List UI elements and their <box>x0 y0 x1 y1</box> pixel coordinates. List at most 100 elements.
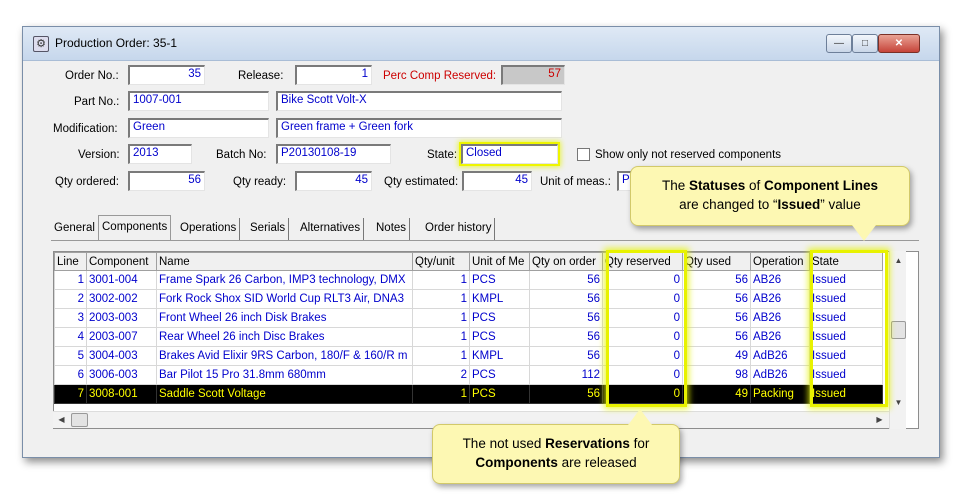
cell-component[interactable]: 3001-004 <box>86 270 157 290</box>
cell-qty-on-order[interactable]: 56 <box>529 384 603 404</box>
cell-qty-used[interactable]: 56 <box>682 270 751 290</box>
cell-qty-reserved[interactable]: 0 <box>602 365 683 385</box>
vertical-scroll-thumb[interactable] <box>891 321 906 339</box>
col-header-name[interactable]: Name <box>156 252 413 271</box>
cell-qty-on-order[interactable]: 56 <box>529 289 603 309</box>
state-field[interactable]: Closed <box>461 144 558 164</box>
cell-line[interactable]: 7 <box>54 384 87 404</box>
cell-qty-on-order[interactable]: 112 <box>529 365 603 385</box>
cell-qty-used[interactable]: 56 <box>682 308 751 328</box>
cell-unit[interactable]: PCS <box>469 270 530 290</box>
col-header-state[interactable]: State <box>809 252 883 271</box>
cell-name[interactable]: Fork Rock Shox SID World Cup RLT3 Air, D… <box>156 289 413 309</box>
cell-operation[interactable]: AdB26 <box>750 365 810 385</box>
table-row[interactable]: 4 2003-007 Rear Wheel 26 inch Disc Brake… <box>54 327 883 347</box>
cell-line[interactable]: 2 <box>54 289 87 309</box>
cell-qty-unit[interactable]: 1 <box>412 308 470 328</box>
cell-component[interactable]: 3008-001 <box>86 384 157 404</box>
qty-ready-field[interactable]: 45 <box>295 171 372 191</box>
cell-qty-unit[interactable]: 1 <box>412 346 470 366</box>
col-header-qty-unit[interactable]: Qty/unit <box>412 252 470 271</box>
version-field[interactable]: 2013 <box>128 144 192 164</box>
col-header-qty-on-order[interactable]: Qty on order <box>529 252 603 271</box>
cell-name[interactable]: Saddle Scott Voltage <box>156 384 413 404</box>
cell-state[interactable]: Issued <box>809 384 883 404</box>
col-header-qty-used[interactable]: Qty used <box>682 252 751 271</box>
scroll-right-icon[interactable]: ▶ <box>871 412 888 428</box>
cell-state[interactable]: Issued <box>809 289 883 309</box>
cell-unit[interactable]: PCS <box>469 384 530 404</box>
cell-qty-unit[interactable]: 1 <box>412 289 470 309</box>
cell-state[interactable]: Issued <box>809 270 883 290</box>
cell-unit[interactable]: PCS <box>469 308 530 328</box>
cell-qty-on-order[interactable]: 56 <box>529 270 603 290</box>
modification-field[interactable]: Green <box>128 118 269 138</box>
cell-qty-used[interactable]: 49 <box>682 384 751 404</box>
cell-operation[interactable]: AB26 <box>750 289 810 309</box>
cell-qty-unit[interactable]: 1 <box>412 327 470 347</box>
cell-name[interactable]: Bar Pilot 15 Pro 31.8mm 680mm <box>156 365 413 385</box>
cell-line[interactable]: 5 <box>54 346 87 366</box>
tab-operations[interactable]: Operations <box>177 218 241 240</box>
cell-unit[interactable]: KMPL <box>469 346 530 366</box>
table-row[interactable]: 2 3002-002 Fork Rock Shox SID World Cup … <box>54 289 883 309</box>
tab-notes[interactable]: Notes <box>373 218 411 240</box>
cell-operation[interactable]: AB26 <box>750 327 810 347</box>
cell-qty-used[interactable]: 49 <box>682 346 751 366</box>
cell-operation[interactable]: AB26 <box>750 270 810 290</box>
horizontal-scroll-thumb[interactable] <box>71 413 88 427</box>
show-only-not-reserved-checkbox[interactable] <box>577 148 590 161</box>
cell-state[interactable]: Issued <box>809 308 883 328</box>
part-no-field[interactable]: 1007-001 <box>128 91 269 111</box>
cell-unit[interactable]: KMPL <box>469 289 530 309</box>
cell-state[interactable]: Issued <box>809 365 883 385</box>
cell-unit[interactable]: PCS <box>469 327 530 347</box>
cell-line[interactable]: 6 <box>54 365 87 385</box>
cell-component[interactable]: 2003-003 <box>86 308 157 328</box>
cell-component[interactable]: 3006-003 <box>86 365 157 385</box>
tab-general[interactable]: General <box>51 218 99 240</box>
scroll-down-icon[interactable]: ▼ <box>890 395 907 411</box>
table-row[interactable]: 5 3004-003 Brakes Avid Elixir 9RS Carbon… <box>54 346 883 366</box>
cell-name[interactable]: Brakes Avid Elixir 9RS Carbon, 180/F & 1… <box>156 346 413 366</box>
cell-component[interactable]: 2003-007 <box>86 327 157 347</box>
close-button[interactable]: ✕ <box>878 34 920 53</box>
cell-operation[interactable]: Packing <box>750 384 810 404</box>
cell-operation[interactable]: AdB26 <box>750 346 810 366</box>
cell-state[interactable]: Issued <box>809 346 883 366</box>
col-header-qty-reserved[interactable]: Qty reserved <box>602 252 683 271</box>
tab-order-history[interactable]: Order history <box>422 218 496 240</box>
cell-qty-unit[interactable]: 1 <box>412 384 470 404</box>
cell-qty-reserved[interactable]: 0 <box>602 384 683 404</box>
vertical-scrollbar[interactable]: ▲ ▼ <box>889 251 906 429</box>
table-row[interactable]: 6 3006-003 Bar Pilot 15 Pro 31.8mm 680mm… <box>54 365 883 385</box>
col-header-operation[interactable]: Operation <box>750 252 810 271</box>
cell-qty-on-order[interactable]: 56 <box>529 346 603 366</box>
release-field[interactable]: 1 <box>295 65 372 85</box>
cell-line[interactable]: 1 <box>54 270 87 290</box>
part-description-field[interactable]: Bike Scott Volt-X <box>276 91 562 111</box>
col-header-line[interactable]: Line <box>54 252 87 271</box>
cell-name[interactable]: Front Wheel 26 inch Disk Brakes <box>156 308 413 328</box>
col-header-unit-of-measure[interactable]: Unit of Me <box>469 252 530 271</box>
cell-operation[interactable]: AB26 <box>750 308 810 328</box>
cell-qty-on-order[interactable]: 56 <box>529 327 603 347</box>
cell-line[interactable]: 3 <box>54 308 87 328</box>
cell-qty-reserved[interactable]: 0 <box>602 308 683 328</box>
batch-no-field[interactable]: P20130108-19 <box>276 144 391 164</box>
tab-serials[interactable]: Serials <box>247 218 290 240</box>
tab-components[interactable]: Components <box>98 215 172 240</box>
modification-description-field[interactable]: Green frame + Green fork <box>276 118 562 138</box>
cell-qty-used[interactable]: 56 <box>682 289 751 309</box>
cell-qty-used[interactable]: 56 <box>682 327 751 347</box>
scroll-up-icon[interactable]: ▲ <box>890 253 907 269</box>
cell-unit[interactable]: PCS <box>469 365 530 385</box>
cell-name[interactable]: Frame Spark 26 Carbon, IMP3 technology, … <box>156 270 413 290</box>
table-row[interactable]: 1 3001-004 Frame Spark 26 Carbon, IMP3 t… <box>54 270 883 290</box>
cell-qty-unit[interactable]: 2 <box>412 365 470 385</box>
order-no-field[interactable]: 35 <box>128 65 205 85</box>
cell-state[interactable]: Issued <box>809 327 883 347</box>
col-header-component[interactable]: Component <box>86 252 157 271</box>
cell-name[interactable]: Rear Wheel 26 inch Disc Brakes <box>156 327 413 347</box>
minimize-button[interactable]: — <box>826 34 852 53</box>
